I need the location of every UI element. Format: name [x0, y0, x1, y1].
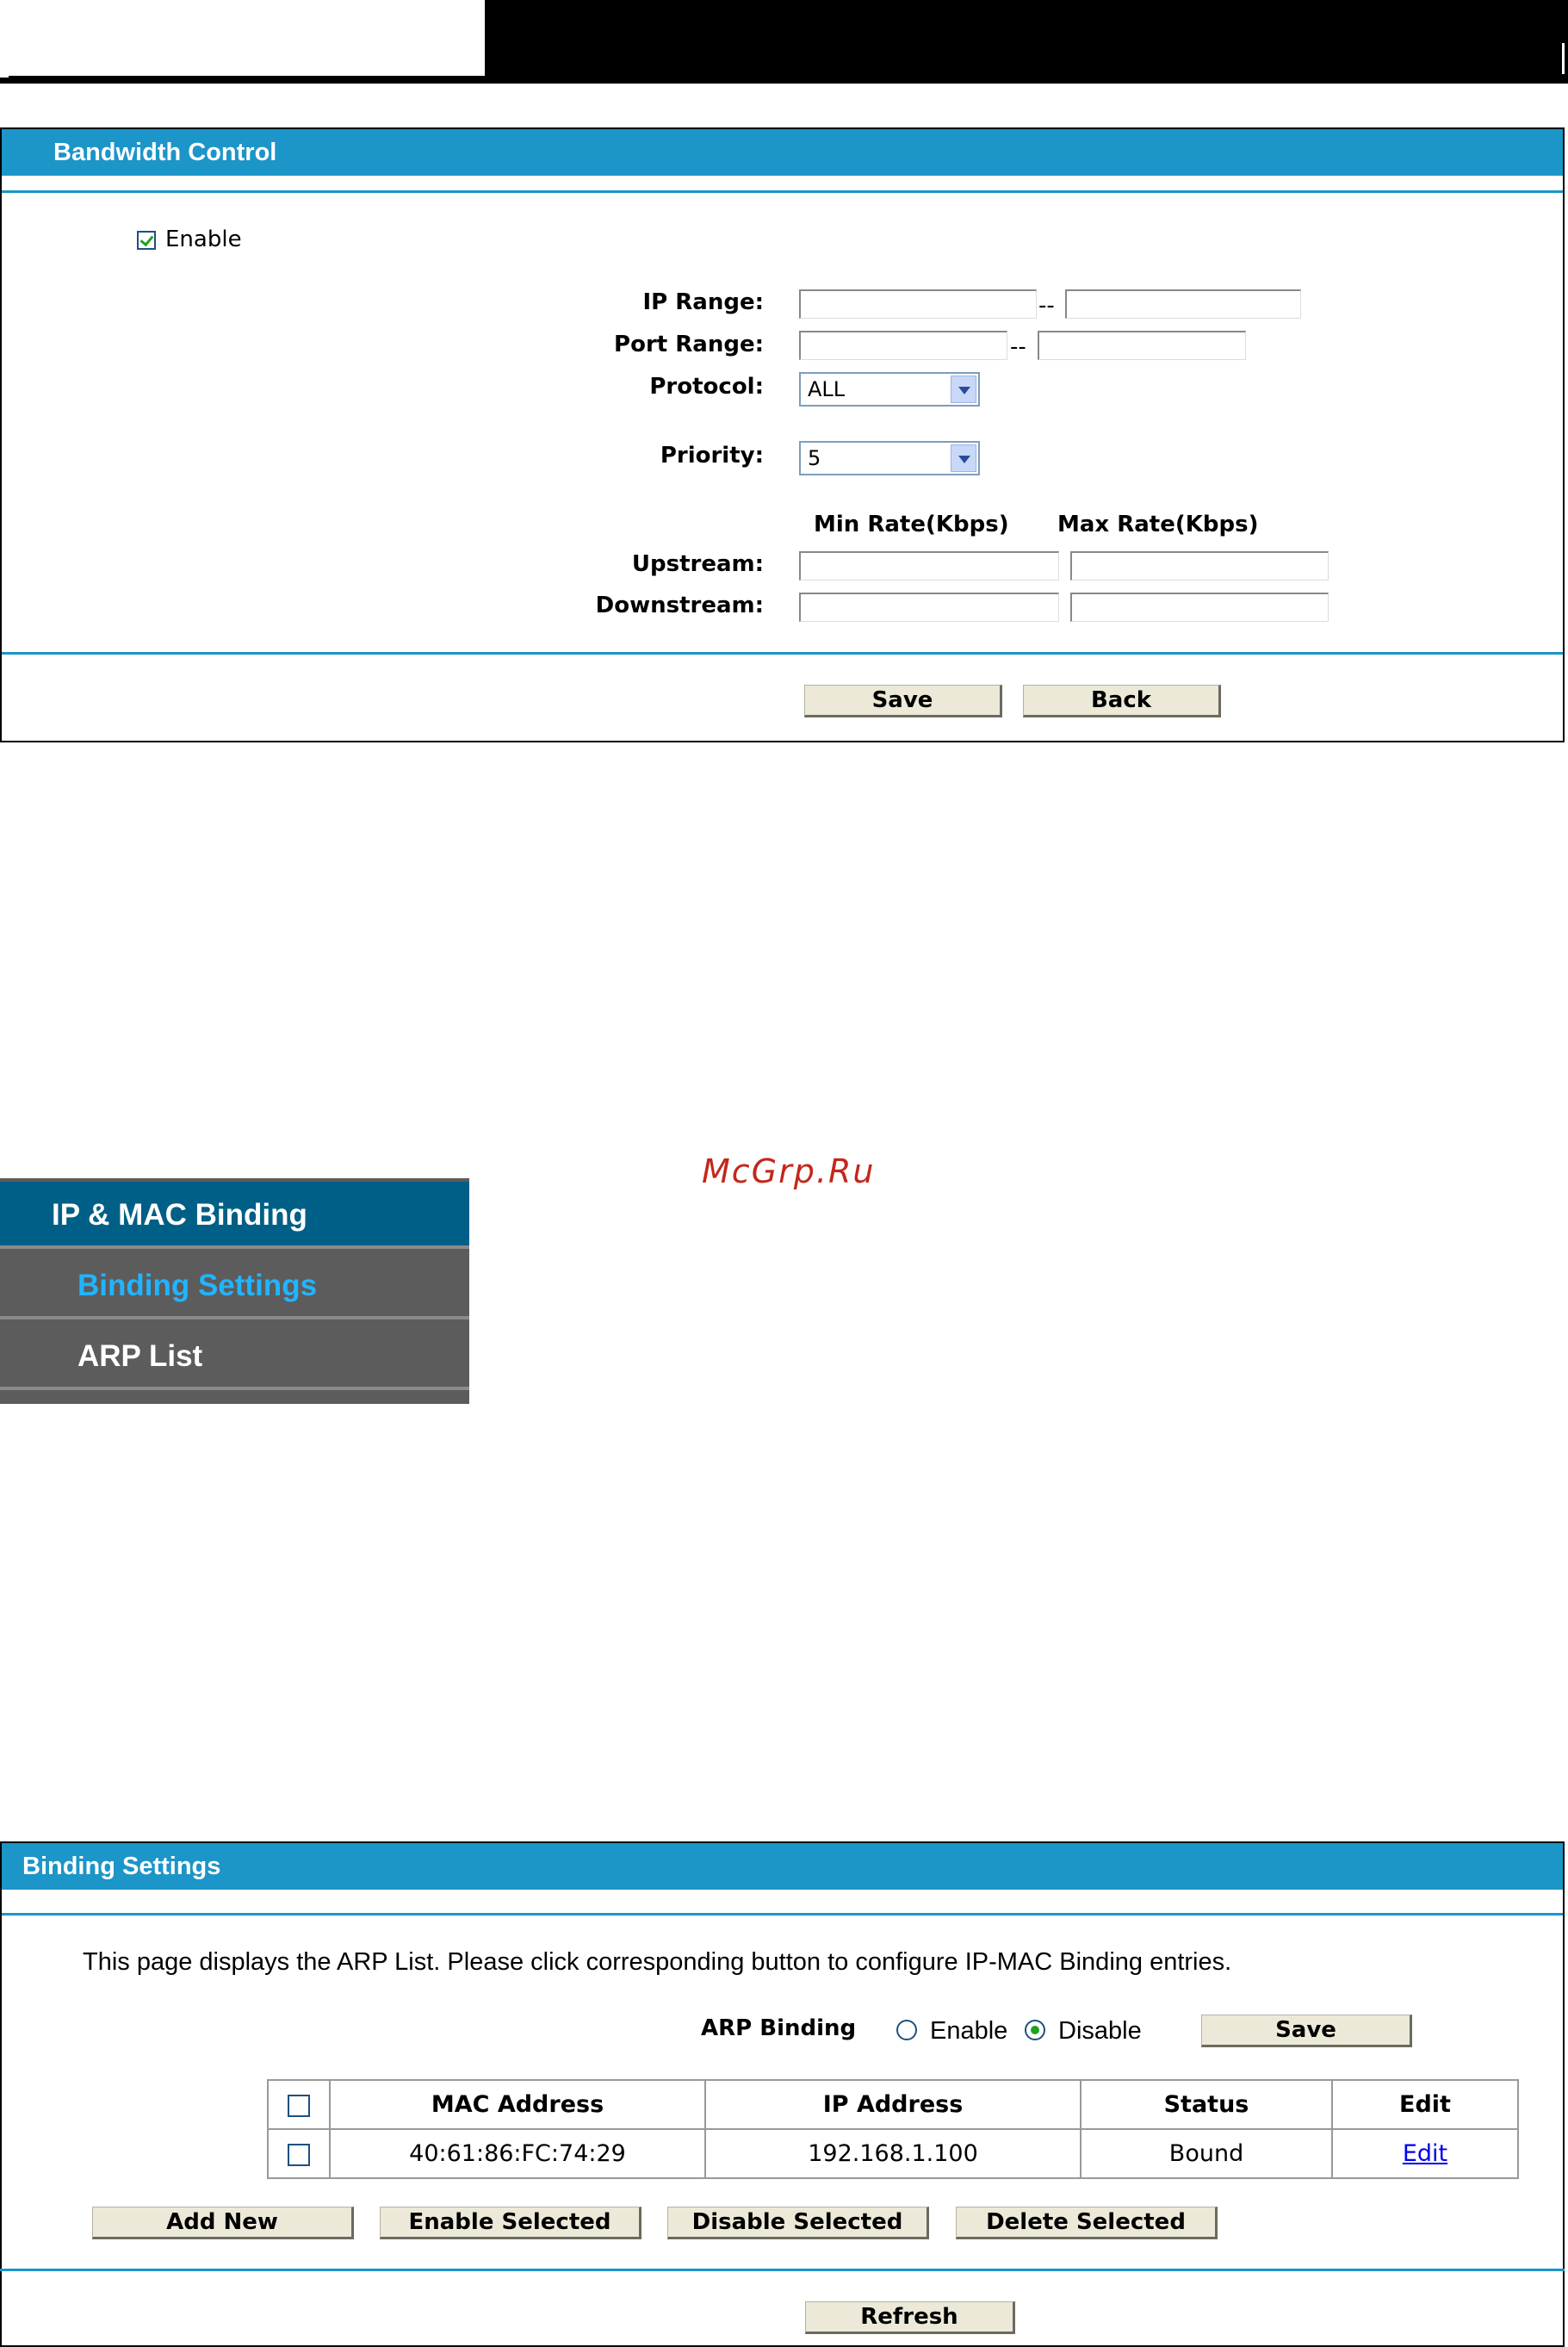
edit-header: Edit: [1331, 2079, 1519, 2130]
ip-range-label: IP Range:: [642, 289, 765, 315]
top-bar-tick: [1562, 43, 1565, 74]
ip-range-start-input[interactable]: [799, 289, 1037, 319]
panel-separator: [0, 2269, 1565, 2271]
port-range-end-input[interactable]: [1038, 331, 1246, 360]
ip-address-cell: 192.168.1.100: [704, 2128, 1081, 2179]
protocol-select[interactable]: ALL: [799, 372, 980, 407]
upstream-min-rate-input[interactable]: [799, 551, 1059, 581]
select-all-checkbox[interactable]: [288, 2094, 310, 2117]
panel-separator: [2, 1913, 1563, 1915]
arp-binding-disable-label: Disable: [1058, 2017, 1142, 2045]
ip-range-end-input[interactable]: [1065, 289, 1301, 319]
chevron-down-icon[interactable]: [951, 376, 976, 403]
port-range-label: Port Range:: [614, 332, 764, 357]
status-header: Status: [1080, 2079, 1333, 2130]
menu-item-arp-list[interactable]: ARP List: [0, 1323, 469, 1390]
arp-binding-table: MAC Address IP Address Status Edit 40:61…: [267, 2079, 1519, 2179]
row-select-cell: [267, 2128, 331, 2179]
priority-select-value: 5: [808, 446, 821, 470]
add-new-button[interactable]: Add New: [92, 2207, 354, 2239]
priority-label: Priority:: [660, 443, 764, 469]
top-bar: [0, 0, 1568, 84]
arp-binding-label: ARP Binding: [701, 2015, 857, 2041]
menu-header-ip-mac-binding[interactable]: IP & MAC Binding: [0, 1182, 469, 1249]
min-rate-header: Min Rate(Kbps): [814, 512, 1009, 537]
downstream-min-rate-input[interactable]: [799, 593, 1059, 622]
port-range-separator: --: [1010, 334, 1026, 360]
save-button[interactable]: Save: [804, 685, 1002, 717]
disable-selected-button[interactable]: Disable Selected: [667, 2207, 929, 2239]
edit-link[interactable]: Edit: [1403, 2140, 1447, 2167]
priority-select[interactable]: 5: [799, 441, 980, 475]
bandwidth-control-panel: Bandwidth Control Enable IP Range: -- Po…: [0, 127, 1565, 742]
side-menu: IP & MAC Binding Binding Settings ARP Li…: [0, 1178, 469, 1404]
arp-binding-enable-radio[interactable]: [896, 2020, 917, 2040]
protocol-select-value: ALL: [808, 377, 846, 401]
edit-cell: Edit: [1331, 2128, 1519, 2179]
table-header-row: MAC Address IP Address Status Edit: [267, 2079, 1519, 2130]
arp-binding-save-button[interactable]: Save: [1201, 2015, 1412, 2047]
upstream-label: Upstream:: [631, 551, 764, 577]
refresh-button[interactable]: Refresh: [805, 2301, 1015, 2334]
downstream-max-rate-input[interactable]: [1070, 593, 1329, 622]
mac-address-cell: 40:61:86:FC:74:29: [329, 2128, 706, 2179]
back-button[interactable]: Back: [1023, 685, 1221, 717]
table-row: 40:61:86:FC:74:29 192.168.1.100 Bound Ed…: [267, 2128, 1519, 2179]
panel-separator: [2, 190, 1563, 193]
arp-binding-enable-label: Enable: [930, 2017, 1008, 2045]
max-rate-header: Max Rate(Kbps): [1057, 512, 1259, 537]
select-all-cell: [267, 2079, 331, 2130]
enable-label: Enable: [165, 227, 242, 252]
enable-selected-button[interactable]: Enable Selected: [380, 2207, 641, 2239]
ip-address-header: IP Address: [704, 2079, 1081, 2130]
top-bar-underline: [9, 76, 485, 80]
status-cell: Bound: [1080, 2128, 1333, 2179]
row-select-checkbox[interactable]: [288, 2143, 310, 2166]
protocol-label: Protocol:: [649, 374, 764, 400]
delete-selected-button[interactable]: Delete Selected: [956, 2207, 1218, 2239]
menu-item-binding-settings[interactable]: Binding Settings: [0, 1252, 469, 1319]
page-description: This page displays the ARP List. Please …: [83, 1948, 1232, 1976]
ip-range-separator: --: [1038, 293, 1055, 319]
panel-separator: [2, 652, 1563, 655]
downstream-label: Downstream:: [595, 593, 764, 618]
upstream-max-rate-input[interactable]: [1070, 551, 1329, 581]
bandwidth-control-title: Bandwidth Control: [2, 129, 1563, 176]
mac-address-header: MAC Address: [329, 2079, 706, 2130]
arp-binding-disable-radio[interactable]: [1025, 2020, 1045, 2040]
binding-settings-title: Binding Settings: [2, 1843, 1563, 1890]
port-range-start-input[interactable]: [799, 331, 1007, 360]
chevron-down-icon[interactable]: [951, 444, 976, 472]
top-bar-white-area: [0, 0, 485, 78]
enable-checkbox[interactable]: [137, 231, 156, 250]
watermark-text: McGrp.Ru: [702, 1152, 876, 1190]
